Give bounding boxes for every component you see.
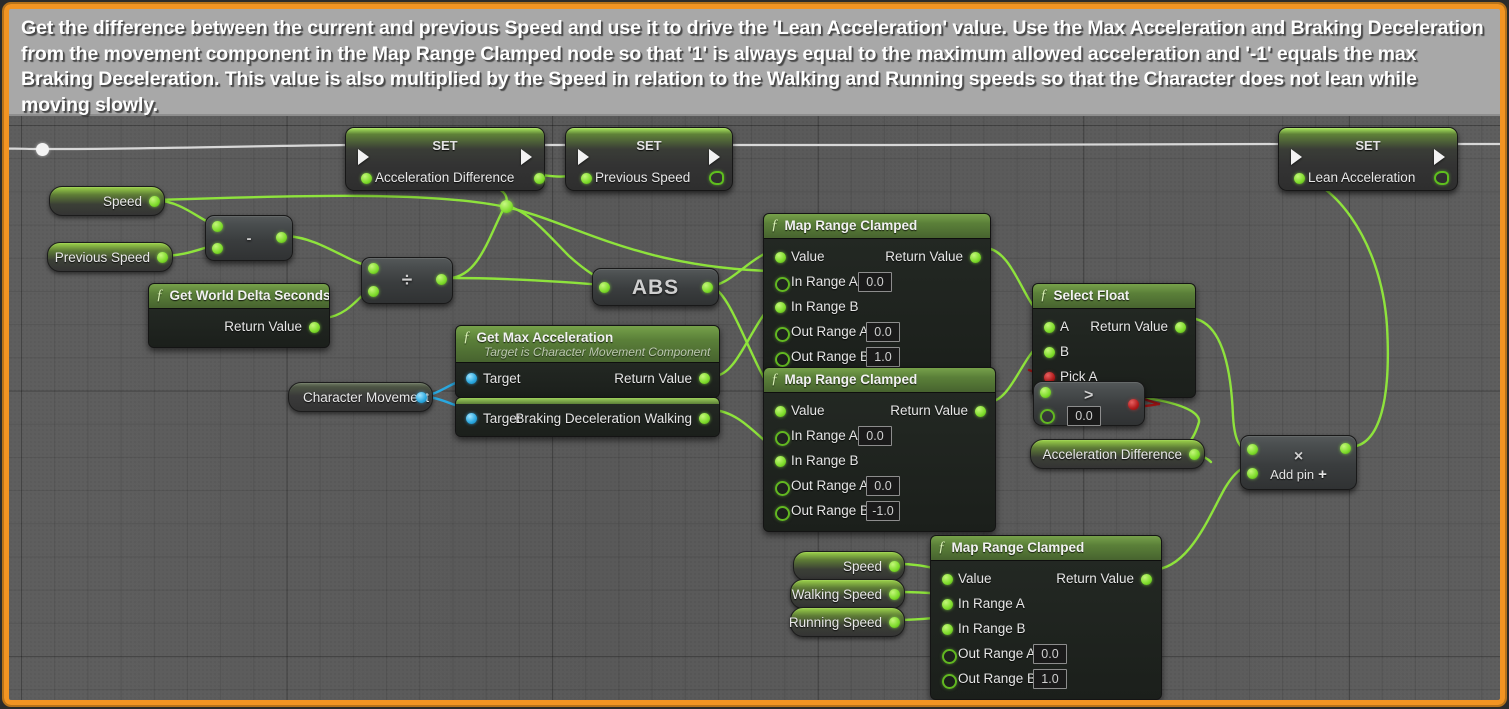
blueprint-graph-screenshot: SET Acceleration Difference SET Previous… <box>0 0 1509 709</box>
comment-frame-glow <box>2 2 1507 707</box>
